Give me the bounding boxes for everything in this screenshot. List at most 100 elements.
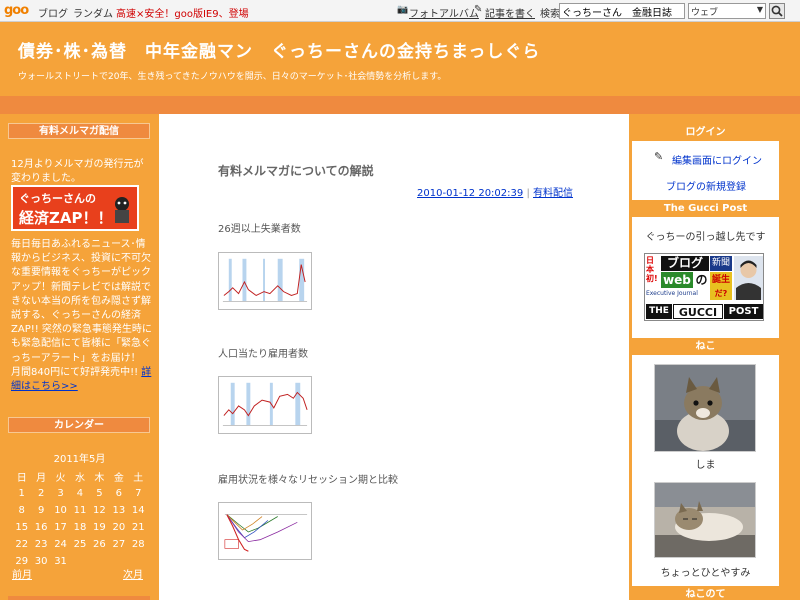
calendar-day: 12 — [93, 505, 106, 516]
calendar-week: 22 23 24 25 26 27 28 — [12, 536, 148, 553]
right-sidebar-panel: ログイン ✎ 編集画面にログイン ブログの新規登録 The Gucci Post… — [632, 124, 779, 600]
banner-exec-journal: Executive Journal — [646, 290, 698, 297]
new-blog-link[interactable]: ブログの新規登録 — [666, 178, 746, 193]
main-content: 有料メルマガについての解説 2010-01-12 20:02:39 | 有料配信… — [159, 114, 629, 600]
blog-description: ウォールストリートで20年、生き残ってきたノウハウを開示、日々のマーケット･社会… — [18, 72, 447, 82]
cat-photo[interactable] — [654, 364, 756, 452]
calendar-grid: 日 月 火 水 木 金 土 1 2 3 4 5 6 7 8 9 10 11 12… — [12, 468, 148, 570]
gucci-post-heading: The Gucci Post — [632, 200, 779, 217]
entry-datetime-link[interactable]: 2010-01-12 20:02:39 — [417, 188, 523, 199]
calendar-next-link[interactable]: 次月 — [123, 566, 143, 581]
section-label: 26週以上失業者数 — [218, 224, 301, 235]
calendar-day: 7 — [135, 488, 142, 499]
calendar-day: 10 — [54, 505, 67, 516]
calendar-month-title: 2011年5月 — [53, 454, 106, 465]
login-link[interactable]: 編集画面にログイン — [672, 152, 762, 167]
banner-post: POST — [724, 304, 763, 319]
calendar-day: 9 — [37, 505, 45, 516]
blog-link[interactable]: ブログ — [38, 5, 68, 20]
calendar-day: 4 — [76, 488, 84, 499]
recession-comparison-chart-image — [219, 503, 311, 559]
calendar-weekday: 木 — [94, 473, 105, 484]
goo-logo[interactable]: goo — [4, 3, 29, 18]
banner-the: THE — [646, 304, 672, 319]
banner-web: web — [661, 272, 693, 288]
chart-thumbnail[interactable] — [218, 252, 312, 310]
calendar-day: 16 — [34, 522, 48, 533]
mailmag-intro: 12月よりメルマガの発行元が変わりました。 — [11, 159, 144, 184]
chevron-down-icon: ▼ — [756, 5, 763, 14]
login-heading: ログイン — [632, 124, 779, 141]
zap-banner-line2: 経済ZAP！！ — [19, 209, 113, 227]
calendar-day: 13 — [112, 505, 126, 516]
calendar-week: 15 16 17 18 19 20 21 — [12, 519, 148, 536]
search-button[interactable] — [769, 3, 785, 19]
entry-category-link[interactable]: 有料配信 — [533, 188, 573, 199]
calendar-day: 26 — [93, 539, 106, 550]
cat-caption: ちょっとひとやすみ — [660, 568, 751, 579]
calendar-weekday: 水 — [74, 473, 85, 484]
banner-japan-first: 日本初! — [646, 256, 658, 283]
chart-thumbnail[interactable] — [218, 502, 312, 560]
right-sidebar-margin — [779, 124, 800, 600]
calendar-weekday: 月 — [36, 473, 47, 484]
zap-banner-line1: ぐっちーさんの — [19, 192, 96, 205]
banner-blog: ブログ — [661, 256, 709, 271]
calendar-day: 22 — [15, 539, 29, 550]
zap-banner[interactable]: ぐっちーさんの 経済ZAP！！ — [11, 185, 139, 231]
calendar-day — [90, 553, 109, 570]
banner-question: だ? — [710, 288, 732, 300]
calendar-day: 11 — [73, 505, 87, 516]
calendar-week: 8 9 10 11 12 13 14 — [12, 502, 148, 519]
calendar-day: 24 — [54, 539, 67, 550]
pencil-icon: ✎ — [654, 150, 664, 163]
banner-no: の — [695, 273, 708, 287]
next-section-heading — [8, 596, 150, 600]
left-sidebar: 有料メルマガ配信 12月よりメルマガの発行元が変わりました。 ぐっちーさんの 経… — [0, 114, 159, 600]
calendar-day: 20 — [112, 522, 126, 533]
cat-image — [655, 365, 755, 451]
banner-birth: 誕生 — [710, 272, 732, 288]
neko-nite-heading: ねこのて — [632, 586, 779, 600]
mascot-icon — [115, 197, 129, 223]
calendar-day: 6 — [115, 488, 122, 499]
chart-thumbnail[interactable] — [218, 376, 312, 434]
calendar-prev-link[interactable]: 前月 — [12, 566, 32, 581]
search-scope-select[interactable]: ウェブ ▼ — [688, 3, 766, 19]
promo-link[interactable]: 高速×安全！goo版IE9、登場 — [116, 5, 249, 20]
calendar-day: 18 — [73, 522, 87, 533]
banner-newspaper: 新聞 — [710, 256, 732, 271]
calendar-day: 28 — [131, 539, 145, 550]
gucci-post-caption: ぐっちーの引っ越し先です — [645, 232, 766, 243]
line-chart-image — [219, 377, 311, 433]
calendar-day: 15 — [15, 522, 29, 533]
search-label: 検索 — [540, 9, 560, 20]
goo-toolbar: goo ブログ ランダム 高速×安全！goo版IE9、登場 📷 フォトアルバム … — [0, 0, 800, 22]
search-input[interactable] — [559, 3, 685, 19]
banner-gucci: GUCCI — [673, 304, 723, 319]
blog-title[interactable]: 債券･株･為替 中年金融マン ぐっちーさんの金持ちまっしぐら — [18, 37, 540, 62]
calendar-week: 1 2 3 4 5 6 7 — [12, 485, 148, 502]
write-article-link[interactable]: 記事を書く — [485, 5, 535, 20]
photo-album-link[interactable]: フォトアルバム — [409, 5, 479, 20]
gucci-post-banner[interactable]: 日本初! ブログ 新聞 web の 誕生 だ? Executive Journa… — [644, 253, 764, 321]
calendar-day: 2 — [37, 488, 45, 499]
portrait-icon — [734, 256, 763, 300]
search-scope-value: ウェブ — [691, 8, 719, 18]
cat-photo[interactable] — [654, 482, 756, 558]
calendar-day: 30 — [34, 556, 48, 567]
calendar-weekday: 日 — [16, 473, 27, 484]
random-link[interactable]: ランダム — [73, 5, 113, 20]
calendar-day: 21 — [131, 522, 145, 533]
mailmag-body: 毎日毎日あふれるニュース･情報からビジネス、投資に不可欠な重要情報をぐっちーがピ… — [11, 238, 153, 394]
calendar-day: 1 — [18, 488, 25, 499]
cat-image — [655, 483, 755, 557]
entry-title[interactable]: 有料メルマガについての解説 — [218, 162, 374, 179]
calendar-day — [70, 553, 89, 570]
section-label: 人口当たり雇用者数 — [218, 349, 308, 360]
camera-icon: 📷 — [397, 5, 409, 15]
mailmag-heading: 有料メルマガ配信 — [8, 123, 150, 139]
calendar-day: 8 — [18, 505, 25, 516]
calendar-day: 14 — [131, 505, 145, 516]
section-label: 雇用状況を様々なリセッション期と比較 — [218, 475, 398, 486]
